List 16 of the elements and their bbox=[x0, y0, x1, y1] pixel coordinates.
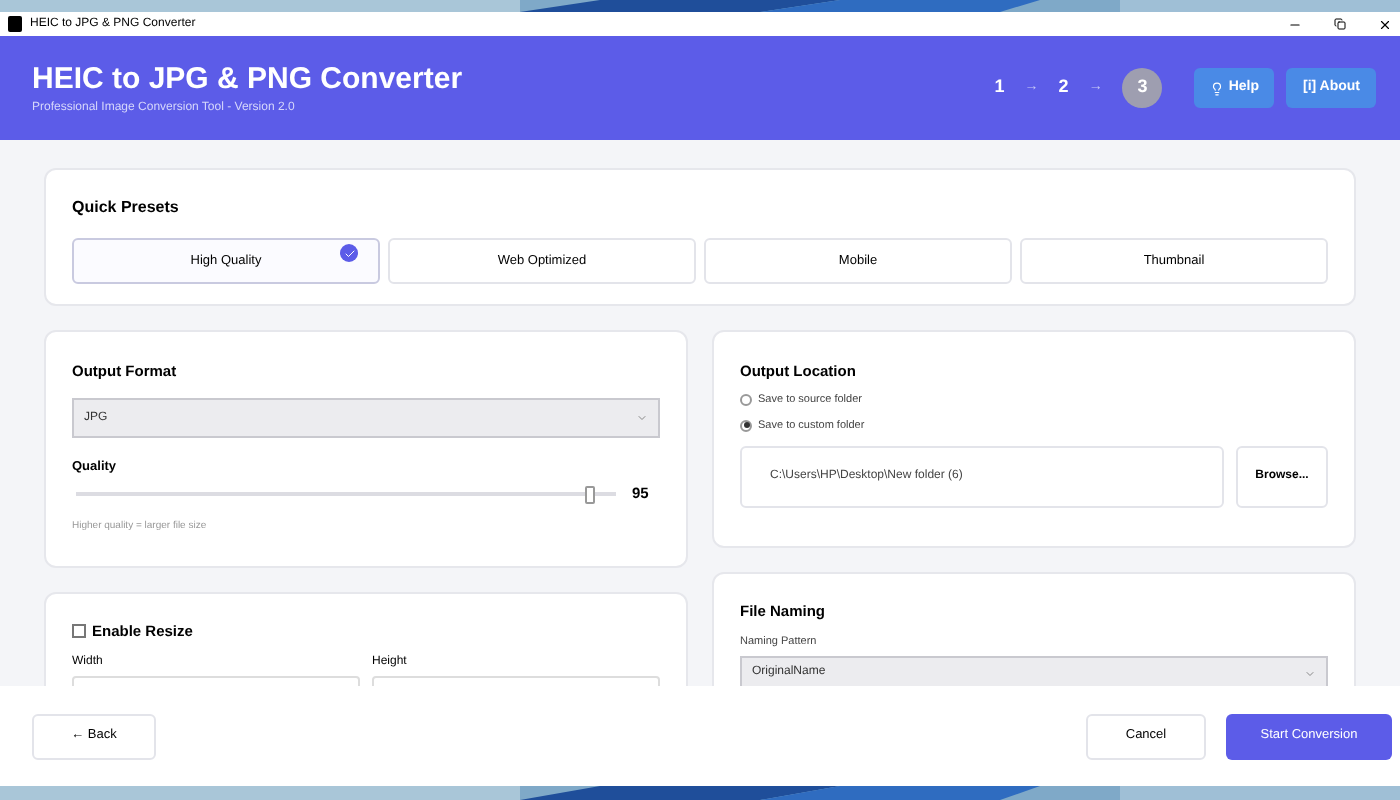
check-icon bbox=[340, 244, 358, 262]
app-icon bbox=[8, 16, 22, 32]
chevron-icon bbox=[1304, 667, 1316, 679]
chevron-icon bbox=[636, 412, 648, 425]
step-indicator: 1 bbox=[994, 74, 1005, 101]
step-indicator: 2 bbox=[1058, 74, 1069, 101]
quality-slider[interactable] bbox=[76, 485, 616, 502]
lightbulb-icon bbox=[1210, 81, 1225, 95]
radio-button[interactable] bbox=[740, 394, 752, 407]
card-title: Quick Presets bbox=[72, 196, 181, 220]
resize-checkbox[interactable] bbox=[72, 624, 86, 639]
radio-button[interactable] bbox=[740, 419, 752, 432]
close-icon[interactable] bbox=[1378, 17, 1392, 31]
app-title: HEIC to JPG & PNG Converter bbox=[32, 63, 463, 93]
step-indicator: 3 bbox=[1122, 68, 1163, 108]
restore-icon[interactable] bbox=[1334, 18, 1346, 30]
